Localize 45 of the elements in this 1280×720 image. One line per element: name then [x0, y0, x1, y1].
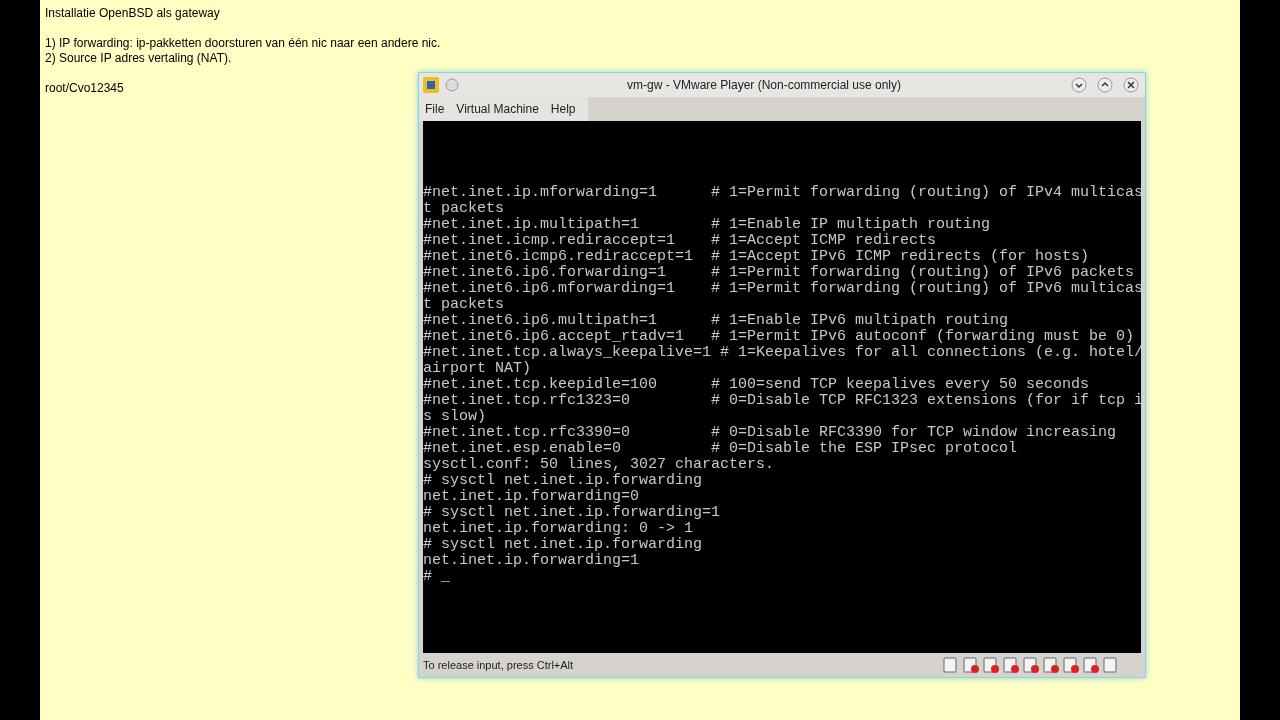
terminal-line: #net.inet.icmp.rediraccept=1 # 1=Accept ICMP redirects: [423, 233, 938, 249]
menu-item[interactable]: Virtual Machine: [451, 100, 544, 118]
device-status-icon[interactable]: [1003, 657, 1019, 673]
device-status-icon[interactable]: [1063, 657, 1079, 673]
terminal-line: t packets: [423, 297, 505, 313]
menu-item[interactable]: File: [420, 100, 450, 118]
terminal-line: net.inet.ip.forwarding=0: [423, 489, 641, 505]
terminal-line: # sysctl net.inet.ip.forwarding=1: [423, 505, 722, 521]
terminal-line: #net.inet6.ip6.multipath=1 # 1=Enable IPv6 multipath routing: [423, 313, 1010, 329]
device-status-icon[interactable]: [1083, 657, 1099, 673]
terminal-line: #net.inet.tcp.keepidle=100 # 100=send TCP keepalives every 50 seconds: [423, 377, 1091, 393]
device-status-icon[interactable]: [1023, 657, 1039, 673]
terminal-line: #net.inet6.ip6.accept_rtadv=1 # 1=Permit IPv6 autoconf (forwarding must be 0): [423, 329, 1136, 345]
close-button[interactable]: [1123, 77, 1139, 93]
terminal-line: # sysctl net.inet.ip.forwarding: [423, 537, 704, 553]
terminal-line: #net.inet.ip.mforwarding=1 # 1=Permit forwarding (routing) of IPv4 multicas: [423, 185, 1141, 201]
device-status-icon[interactable]: [963, 657, 979, 673]
menu-item[interactable]: Help: [545, 100, 581, 118]
device-status-icon[interactable]: [1043, 657, 1059, 673]
terminal-line: s slow): [423, 409, 487, 425]
terminal-line: #net.inet.tcp.rfc3390=0 # 0=Disable RFC3390 for TCP window increasing: [423, 425, 1118, 441]
terminal-line: net.inet.ip.forwarding=1: [423, 553, 641, 569]
app-icon: [423, 77, 439, 93]
terminal-line: #net.inet.ip.multipath=1 # 1=Enable IP multipath routing: [423, 217, 992, 233]
device-status-icon[interactable]: [983, 657, 999, 673]
terminal-line: sysctl.conf: 50 lines, 3027 characters.: [423, 457, 776, 473]
terminal-line: airport NAT): [423, 361, 533, 377]
terminal-line: #net.inet6.ip6.mforwarding=1 # 1=Permit forwarding (routing) of IPv6 multicas: [423, 281, 1141, 297]
maximize-button[interactable]: [1097, 77, 1113, 93]
note-text: Installatie OpenBSD als gateway: [45, 6, 220, 21]
terminal-line: #net.inet6.icmp6.rediraccept=1 # 1=Accept IPv6 ICMP redirects (for hosts): [423, 249, 1091, 265]
note-text: 2) Source IP adres vertaling (NAT).: [45, 51, 232, 66]
device-status-icon[interactable]: [943, 657, 959, 673]
window-title: vm-gw - VMware Player (Non-commercial use only): [625, 77, 903, 94]
terminal-line: net.inet.ip.forwarding: 0 -> 1: [423, 521, 695, 537]
terminal-line: #net.inet.esp.enable=0 # 0=Disable the ESP IPsec protocol: [423, 441, 1019, 457]
device-status-icon[interactable]: [1103, 657, 1119, 673]
terminal-line: t packets: [423, 201, 505, 217]
terminal-line: # sysctl net.inet.ip.forwarding: [423, 473, 704, 489]
terminal-line: # _: [423, 569, 451, 585]
note-text: root/Cvo12345: [45, 81, 124, 96]
minimize-button[interactable]: [1071, 77, 1087, 93]
note-text: 1) IP forwarding: ip-pakketten doorsturen van één nic naar een andere nic.: [45, 36, 441, 51]
status-text: To release input, press Ctrl+Alt: [423, 657, 575, 673]
terminal-line: #net.inet6.ip6.forwarding=1 # 1=Permit forwarding (routing) of IPv6 packets: [423, 265, 1136, 281]
